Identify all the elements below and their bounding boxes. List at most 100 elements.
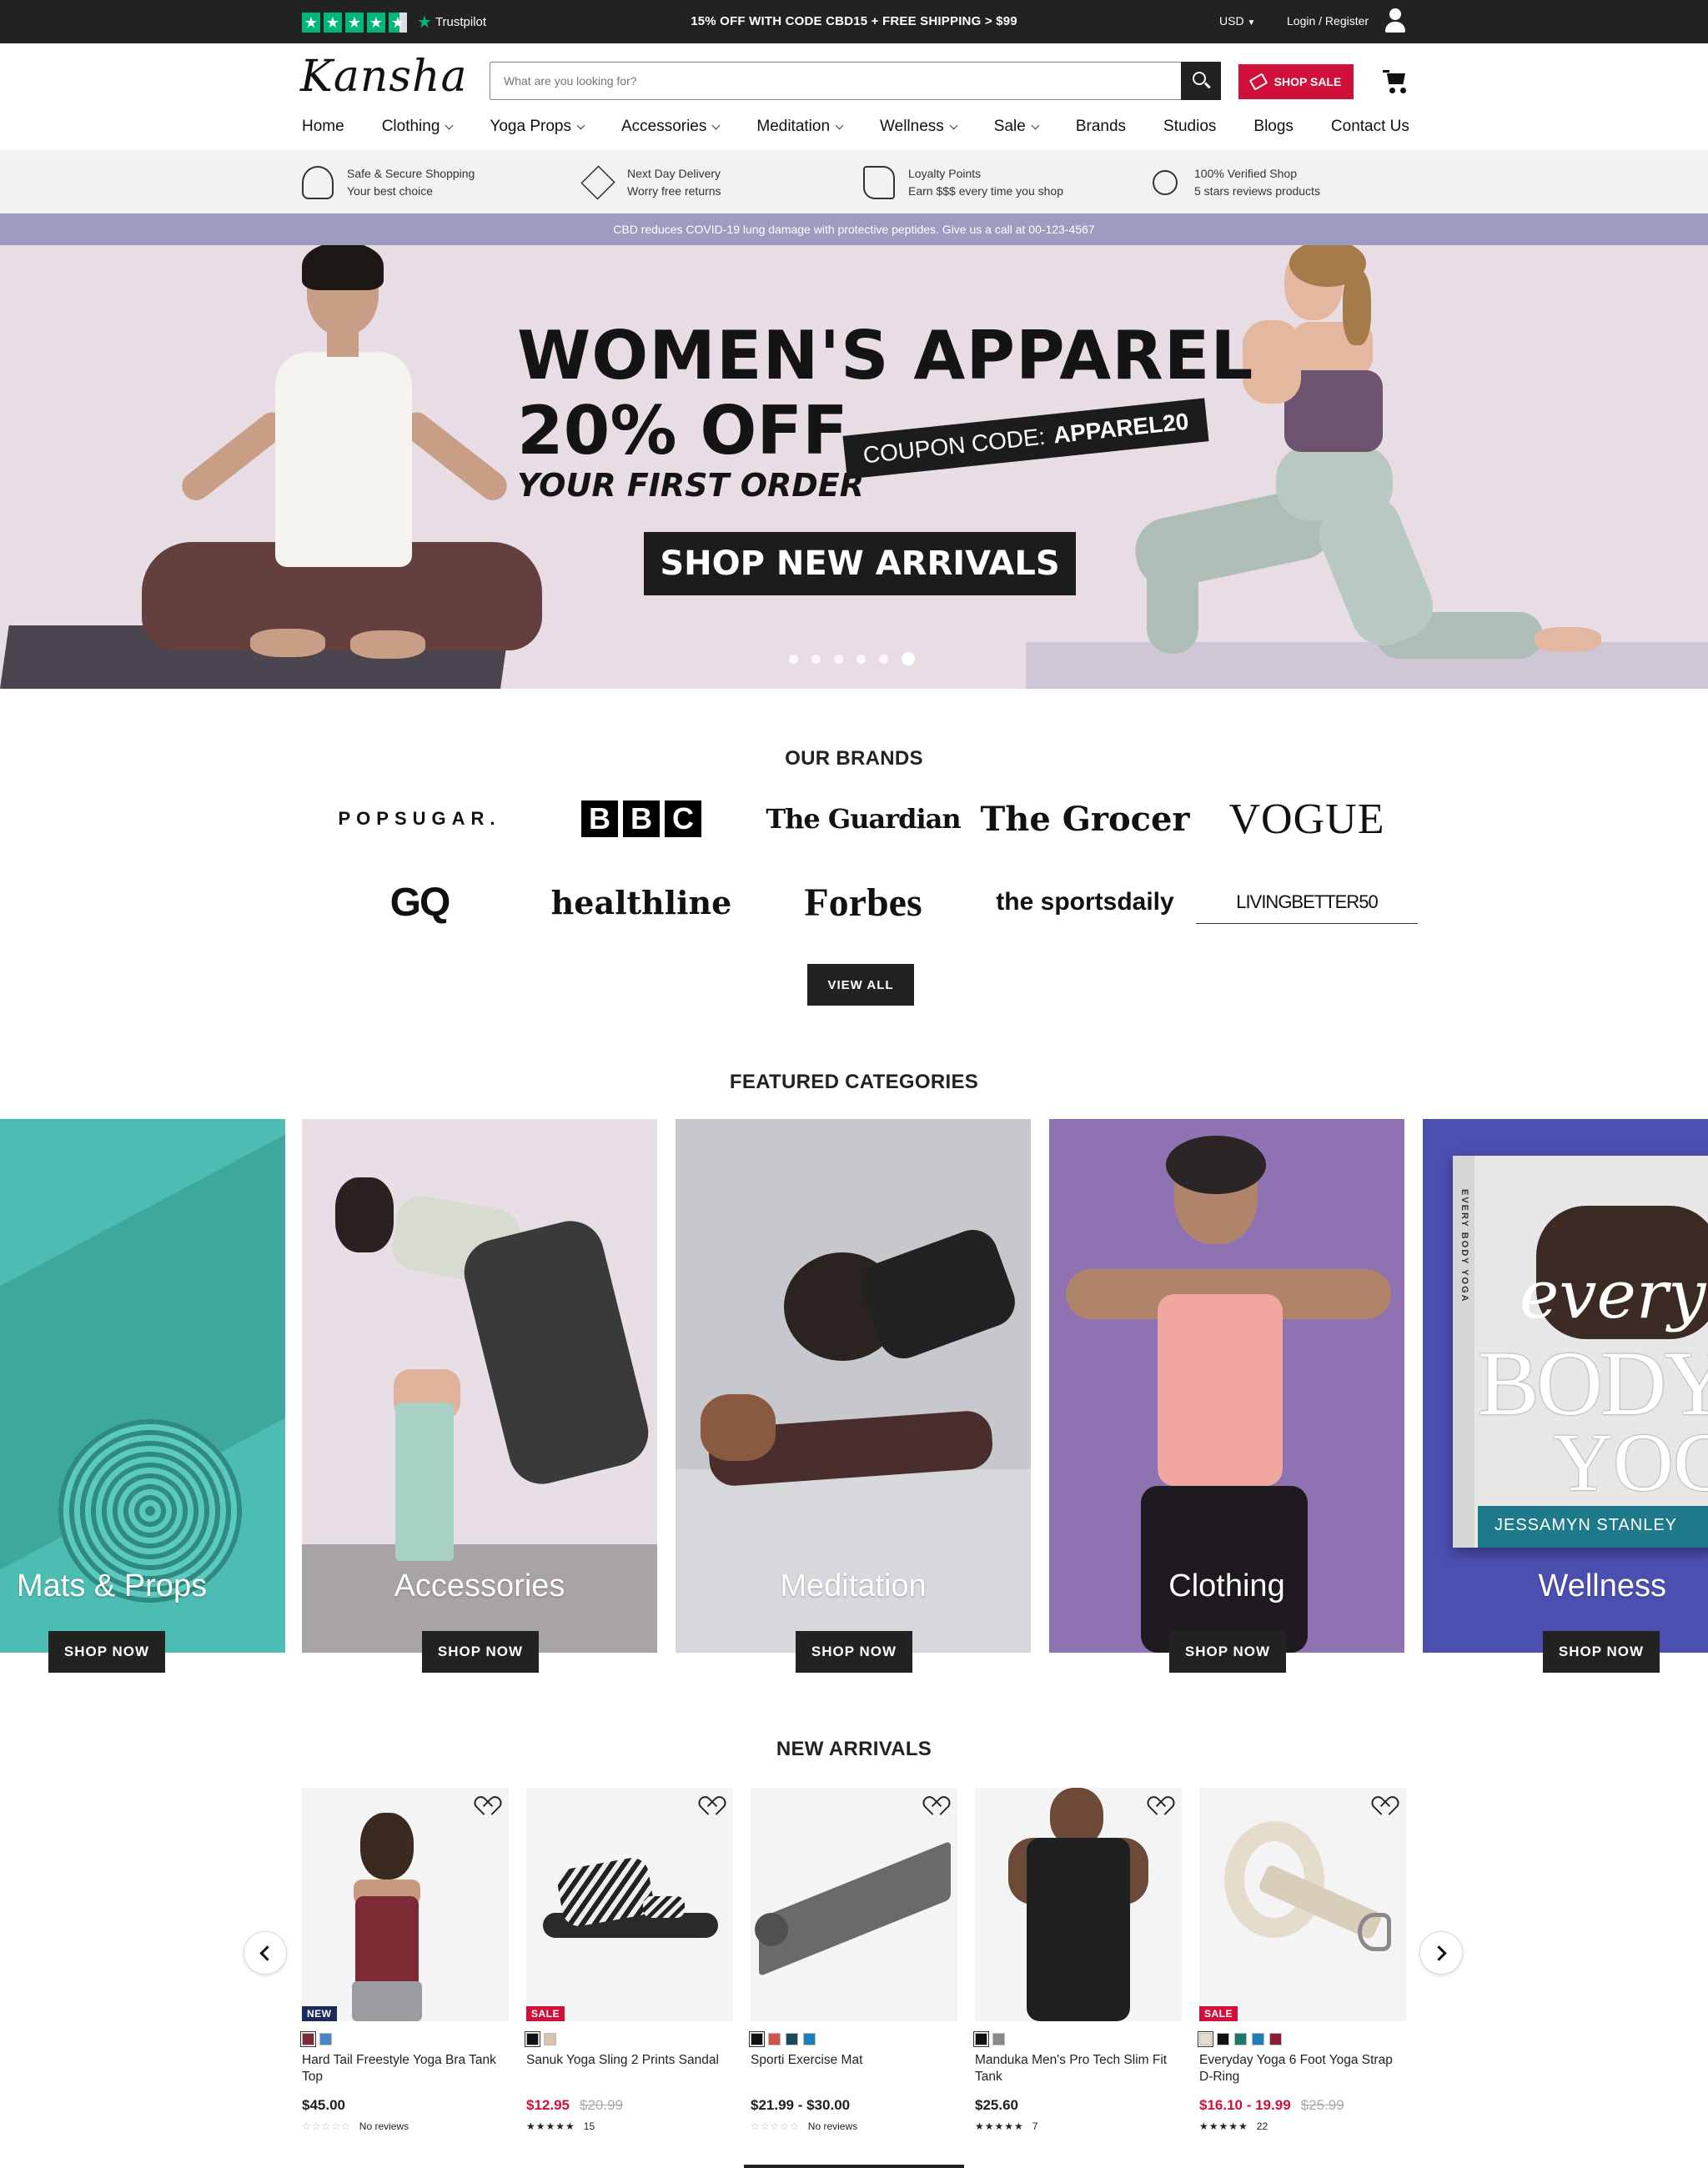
color-swatch[interactable] (300, 2031, 316, 2047)
product-name[interactable]: Sporti Exercise Mat (751, 2052, 957, 2087)
color-swatch[interactable] (544, 2033, 556, 2045)
product-image[interactable] (975, 1788, 1182, 2021)
nav-item-wellness[interactable]: Wellness (880, 118, 958, 136)
color-swatch[interactable] (973, 2031, 989, 2047)
brand-logo-guardian[interactable]: The Guardian (752, 797, 974, 841)
nav-item-brands[interactable]: Brands (1076, 118, 1126, 136)
brand-logo-livingbetter50[interactable]: LIVINGBETTER50 (1196, 881, 1418, 924)
login-register-link[interactable]: Login / Register (1287, 14, 1369, 28)
nav-item-blogs[interactable]: Blogs (1253, 118, 1294, 136)
product-name[interactable]: Sanuk Yoga Sling 2 Prints Sandal (526, 2052, 733, 2087)
shop-now-button[interactable]: SHOP NOW (1543, 1631, 1660, 1673)
hero-banner[interactable]: WOMEN'S APPAREL 20% OFF YOUR FIRST ORDER… (0, 245, 1708, 689)
nav-item-studios[interactable]: Studios (1163, 118, 1216, 136)
nav-item-home[interactable]: Home (302, 118, 344, 136)
color-swatch[interactable] (992, 2033, 1005, 2045)
product-rating: ★★★★★ 22 (1199, 2120, 1406, 2132)
brand-logo-gq[interactable]: GQ (309, 881, 530, 925)
product-badge: NEW (302, 2006, 337, 2021)
wishlist-heart-icon[interactable] (929, 1798, 947, 1814)
brand-logo-vogue[interactable]: VOGUE (1196, 795, 1418, 843)
wishlist-heart-icon[interactable] (480, 1798, 499, 1814)
review-count: 7 (1032, 2120, 1038, 2132)
product-card[interactable]: NEW Hard Tail Freestyle Yoga Bra Tank Top… (300, 1788, 509, 2132)
currency-selector[interactable]: USD ▼ (1219, 14, 1255, 28)
category-tile-accessories[interactable]: Accessories (302, 1119, 657, 1653)
brand-logo-forbes[interactable]: Forbes (752, 881, 974, 925)
category-tile-meditation[interactable]: Meditation (676, 1119, 1031, 1653)
color-swatch[interactable] (1198, 2031, 1213, 2047)
category-tile-mats-props[interactable]: Mats & Props (0, 1119, 285, 1653)
color-swatch[interactable] (1269, 2033, 1282, 2045)
shop-now-button[interactable]: SHOP NOW (796, 1631, 912, 1673)
foot-image (701, 1394, 776, 1461)
nav-item-sale[interactable]: Sale (993, 118, 1040, 136)
color-swatch[interactable] (749, 2031, 765, 2047)
brand-logo-popsugar[interactable]: POPSUGAR. (309, 797, 530, 841)
color-swatch[interactable] (1234, 2033, 1247, 2045)
cart-icon[interactable] (1383, 70, 1409, 93)
product-image[interactable]: SALE (526, 1788, 733, 2021)
carousel-dot[interactable] (879, 654, 888, 664)
brand-logo-sportsdaily[interactable]: the sportsdaily (974, 881, 1196, 924)
color-swatches (300, 2031, 509, 2047)
product-card[interactable]: SALE Sanuk Yoga Sling 2 Prints Sandal $12.… (525, 1788, 733, 2132)
chevron-down-icon (835, 121, 844, 129)
color-swatch[interactable] (803, 2033, 816, 2045)
search-button[interactable] (1181, 62, 1221, 100)
view-all-brands-button[interactable]: VIEW ALL (807, 964, 914, 1006)
carousel-dots (789, 652, 915, 665)
wishlist-heart-icon[interactable] (1378, 1798, 1396, 1814)
shop-new-arrivals-button[interactable]: SHOP NEW ARRIVALS (644, 532, 1076, 595)
site-logo[interactable]: Kansha (300, 52, 468, 102)
featured-categories-title: FEATURED CATEGORIES (729, 1071, 979, 1093)
carousel-next-button[interactable] (1419, 1931, 1463, 1975)
brand-logo-healthline[interactable]: healthline (530, 881, 752, 924)
carousel-dot[interactable] (834, 654, 843, 664)
carousel-dot[interactable] (811, 654, 821, 664)
product-image[interactable] (751, 1788, 957, 2021)
price-value: $45.00 (302, 2097, 345, 2113)
category-tile-clothing[interactable]: Clothing (1049, 1119, 1404, 1653)
color-swatch[interactable] (1217, 2033, 1229, 2045)
page: ★ ★ ★ ★ ★ ★ Trustpilot 15% OFF WITH CODE … (0, 0, 1708, 2168)
nav-item-yoga-props[interactable]: Yoga Props (490, 118, 585, 136)
shop-now-button[interactable]: SHOP NOW (48, 1631, 165, 1673)
nav-item-accessories[interactable]: Accessories (621, 118, 721, 136)
color-swatch[interactable] (786, 2033, 798, 2045)
main-nav: Home Clothing Yoga Props Accessories Meditat… (302, 118, 1409, 136)
carousel-dot[interactable] (902, 652, 915, 665)
award-icon (1153, 170, 1178, 195)
nav-item-label: Blogs (1253, 118, 1294, 135)
color-swatch[interactable] (768, 2033, 781, 2045)
brand-logo-bbc[interactable]: BBC (530, 797, 752, 841)
product-card[interactable]: SALE Everyday Yoga 6 Foot Yoga Strap D-Ri… (1198, 1788, 1406, 2132)
nav-item-meditation[interactable]: Meditation (756, 118, 844, 136)
product-card[interactable]: Sporti Exercise Mat $21.99 - $30.00 ☆☆☆☆☆ N… (749, 1788, 957, 2132)
product-name[interactable]: Everyday Yoga 6 Foot Yoga Strap D-Ring (1199, 2052, 1406, 2087)
product-image[interactable]: SALE (1199, 1788, 1406, 2021)
shop-now-button[interactable]: SHOP NOW (1169, 1631, 1286, 1673)
category-tile-wellness[interactable]: EVERY BODY YOGA every BODY YOGA JESSAMYN… (1423, 1119, 1708, 1653)
color-swatch[interactable] (525, 2031, 540, 2047)
carousel-prev-button[interactable] (244, 1931, 287, 1975)
product-card[interactable]: Manduka Men's Pro Tech Slim Fit Tank $25.… (973, 1788, 1182, 2132)
wishlist-heart-icon[interactable] (705, 1798, 723, 1814)
wishlist-heart-icon[interactable] (1153, 1798, 1172, 1814)
nav-item-label: Sale (993, 118, 1026, 135)
user-icon[interactable] (1384, 8, 1406, 33)
product-name[interactable]: Manduka Men's Pro Tech Slim Fit Tank (975, 2052, 1182, 2087)
product-image[interactable]: NEW (302, 1788, 509, 2021)
brand-logo-grocer[interactable]: The Grocer (974, 797, 1196, 841)
nav-item-clothing[interactable]: Clothing (382, 118, 454, 136)
nav-item-contact-us[interactable]: Contact Us (1331, 118, 1409, 136)
shop-now-button[interactable]: SHOP NOW (422, 1631, 539, 1673)
carousel-dot[interactable] (789, 654, 798, 664)
color-swatch[interactable] (319, 2033, 332, 2045)
carousel-dot[interactable] (857, 654, 866, 664)
color-swatch[interactable] (1252, 2033, 1264, 2045)
shop-sale-button[interactable]: SHOP SALE (1238, 64, 1354, 99)
feature-subtitle: Earn $$$ every time you shop (908, 184, 1063, 198)
search-input[interactable] (490, 63, 1178, 99)
product-name[interactable]: Hard Tail Freestyle Yoga Bra Tank Top (302, 2052, 509, 2087)
